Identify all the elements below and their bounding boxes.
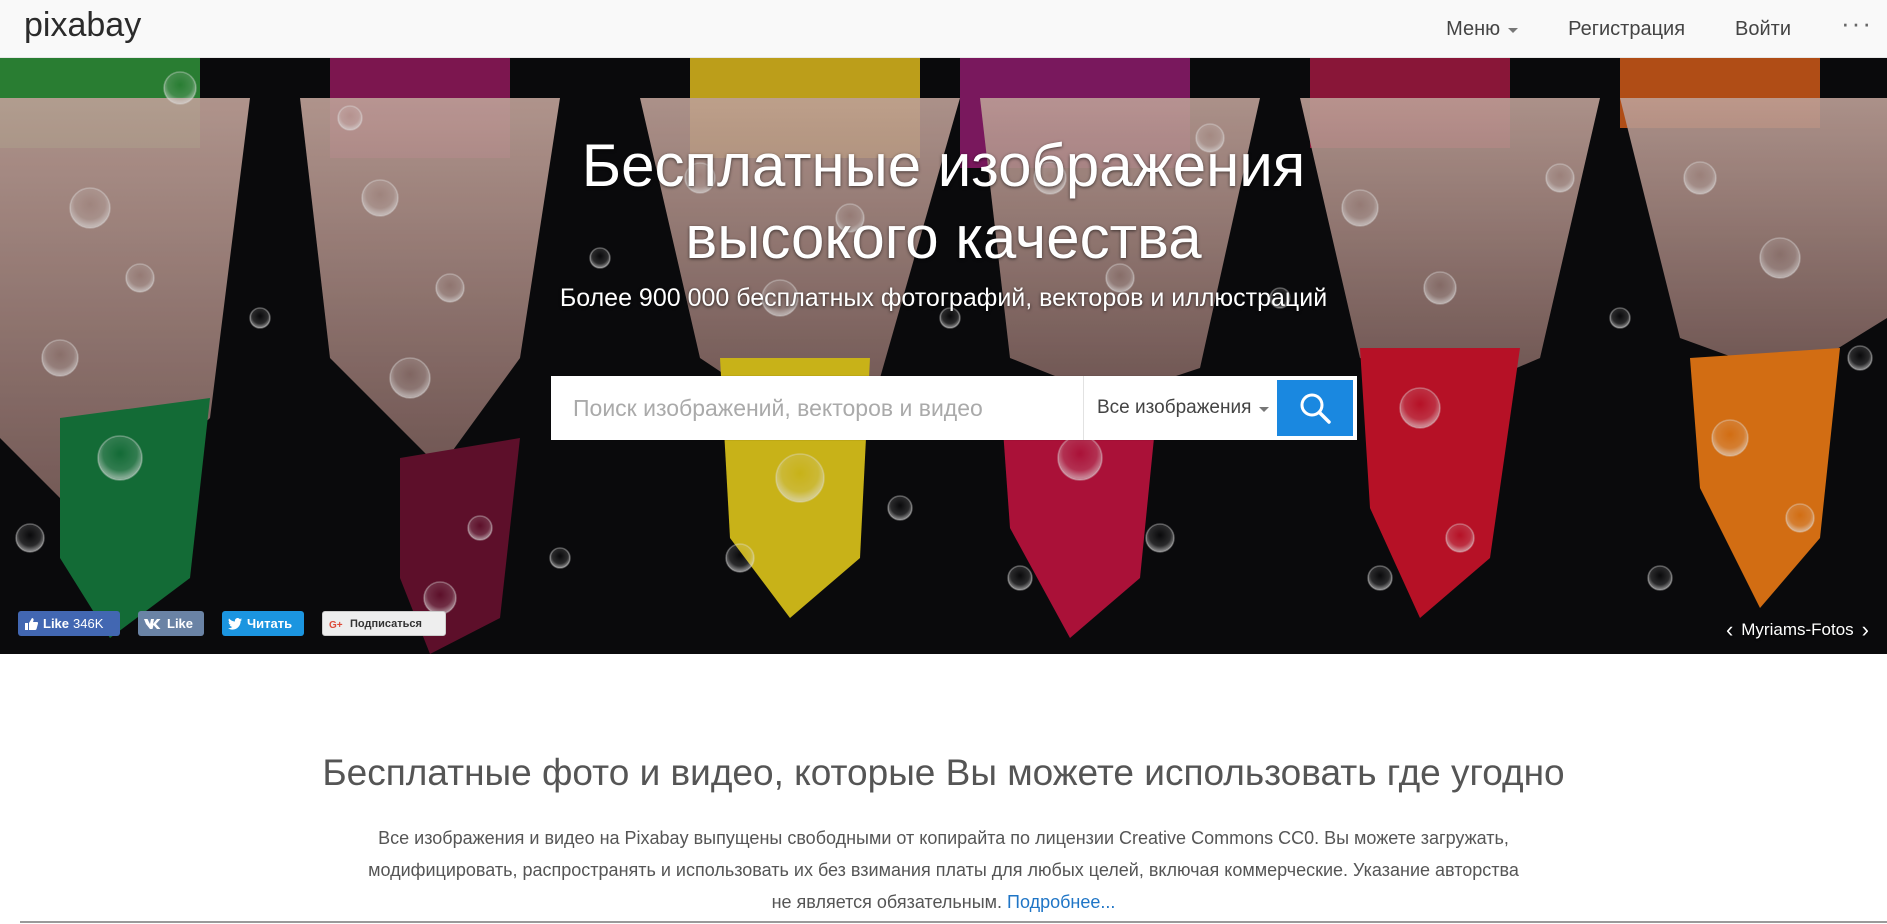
nav-menu-label: Меню: [1446, 17, 1501, 40]
nav-login-label: Войти: [1735, 17, 1792, 40]
hero-title-line1: Бесплатные изображения: [581, 132, 1306, 199]
nav-menu[interactable]: Меню: [1446, 17, 1519, 41]
svg-text:pixabay: pixabay: [24, 8, 141, 44]
twitter-follow-button[interactable]: Читать: [222, 611, 304, 636]
more-options-icon[interactable]: ···: [1841, 10, 1873, 48]
section-title: Бесплатные фото и видео, которые Вы може…: [322, 752, 1565, 793]
search-icon: [1300, 393, 1331, 424]
facebook-like-button[interactable]: Like 346K: [18, 611, 120, 636]
search-input[interactable]: [551, 376, 1083, 440]
google-plus-icon: G+: [329, 618, 345, 630]
hero-banner: Бесплатные изображения высокого качества…: [0, 58, 1887, 654]
chevron-down-icon: [1259, 406, 1270, 412]
vk-icon: [144, 618, 162, 630]
hero-title: Бесплатные изображения высокого качества: [0, 130, 1887, 274]
chevron-down-icon: [1508, 27, 1519, 33]
search-button[interactable]: [1277, 380, 1353, 436]
twitter-follow-label: Читать: [247, 616, 293, 631]
pixabay-logo[interactable]: pixabay: [24, 8, 164, 48]
learn-more-link[interactable]: Подробнее...: [1007, 892, 1115, 912]
search-bar: Все изображения: [551, 376, 1357, 440]
google-subscribe-label: Подписаться: [350, 617, 422, 630]
thumbs-up-icon: [24, 617, 38, 631]
media-type-label: Все изображения: [1097, 397, 1252, 418]
top-header: pixabay Меню Регистрация Войти ···: [0, 0, 1887, 58]
section-description: Все изображения и видео на Pixabay выпущ…: [300, 822, 1587, 918]
hero-title-line2: высокого качества: [685, 204, 1202, 271]
facebook-like-count: 346K: [73, 616, 104, 631]
main-nav: Меню Регистрация Войти ···: [1446, 0, 1887, 58]
hero-subtitle: Более 900 000 бесплатных фотографий, век…: [559, 284, 1328, 312]
media-type-select[interactable]: Все изображения: [1083, 376, 1277, 440]
nav-register-label: Регистрация: [1568, 17, 1686, 40]
description-line-1: Все изображения и видео на Pixabay выпущ…: [378, 828, 1509, 848]
image-credit: ‹ Myriams-Fotos ›: [1718, 619, 1877, 641]
next-image-icon[interactable]: ›: [1862, 619, 1869, 641]
svg-text:G+: G+: [329, 620, 343, 630]
social-buttons: Like 346K Like Читать G+ Подписаться: [18, 611, 464, 636]
google-subscribe-button[interactable]: G+ Подписаться: [322, 611, 446, 636]
previous-image-icon[interactable]: ‹: [1726, 619, 1733, 641]
facebook-like-label: Like: [43, 616, 70, 631]
vk-like-label: Like: [167, 616, 194, 631]
image-author-link[interactable]: Myriams-Fotos: [1741, 620, 1853, 640]
vk-like-button[interactable]: Like: [138, 611, 204, 636]
nav-register[interactable]: Регистрация: [1568, 18, 1685, 41]
page-divider: [20, 921, 1887, 923]
twitter-bird-icon: [228, 617, 242, 630]
description-line-2: модифицировать, распространять и использ…: [368, 860, 1519, 880]
nav-login[interactable]: Войти: [1735, 18, 1791, 41]
description-line-3: не является обязательным.: [771, 892, 1003, 912]
